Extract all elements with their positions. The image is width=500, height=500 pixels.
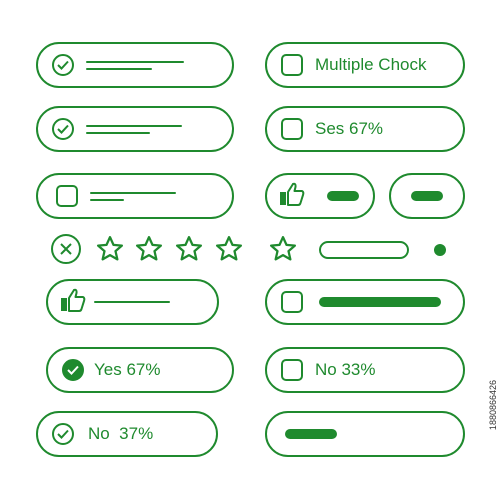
yes-option-label: Yes 67% — [94, 360, 161, 379]
checkbox-icon — [281, 291, 303, 313]
progress-bar-fill — [285, 429, 337, 439]
rating-star-5[interactable] — [268, 234, 298, 264]
multiple-choice-label: Multiple Chock — [315, 55, 427, 74]
checked-list-option-2[interactable] — [36, 106, 234, 152]
ses-option-label: Ses 67% — [315, 119, 384, 138]
text-placeholder-line — [86, 124, 182, 127]
yes-option[interactable]: Yes 67% — [46, 347, 234, 393]
checked-list-option-1[interactable] — [36, 42, 234, 88]
text-placeholder-line — [90, 198, 124, 201]
thumbs-up-icon — [279, 182, 305, 211]
text-placeholder-line — [86, 67, 152, 70]
ses-option[interactable]: Ses 67% — [265, 106, 465, 152]
text-placeholder-line — [86, 131, 150, 134]
rating-star-2[interactable] — [134, 234, 164, 264]
close-icon — [60, 243, 72, 255]
rating-star-4[interactable] — [214, 234, 244, 264]
text-placeholder-line — [90, 191, 176, 194]
text-placeholder-line — [94, 301, 170, 303]
like-button[interactable] — [265, 173, 375, 219]
checkbox-icon — [281, 118, 303, 140]
no-option-33-label: No 33% — [315, 360, 376, 379]
check-circle-icon — [52, 423, 74, 445]
slider-dot[interactable] — [434, 244, 446, 256]
checkbox-icon — [281, 54, 303, 76]
bar-fill — [411, 191, 443, 201]
rating-star-1[interactable] — [95, 234, 125, 264]
progress-pill[interactable] — [265, 411, 465, 457]
check-circle-filled-icon — [62, 359, 84, 381]
empty-slider-track[interactable] — [319, 241, 409, 259]
check-circle-icon — [52, 54, 74, 76]
checkbox-icon — [56, 185, 78, 207]
multiple-choice-option[interactable]: Multiple Chock — [265, 42, 465, 88]
checkbox-icon — [281, 359, 303, 381]
checkbox-list-option[interactable] — [36, 173, 234, 219]
no-option-33[interactable]: No 33% — [265, 347, 465, 393]
rating-star-3[interactable] — [174, 234, 204, 264]
bar-option[interactable] — [389, 173, 465, 219]
like-count-bar — [327, 191, 359, 201]
progress-bar-fill — [319, 297, 441, 307]
check-circle-icon — [52, 118, 74, 140]
thumbs-up-icon — [60, 288, 86, 317]
no-option-37-label: No 37% — [88, 424, 154, 443]
like-option[interactable] — [46, 279, 219, 325]
stock-id-watermark: 1880866426 — [488, 380, 498, 431]
text-placeholder-line — [86, 60, 184, 63]
no-option-37[interactable]: No 37% — [36, 411, 218, 457]
close-button[interactable] — [51, 234, 81, 264]
progress-option[interactable] — [265, 279, 465, 325]
